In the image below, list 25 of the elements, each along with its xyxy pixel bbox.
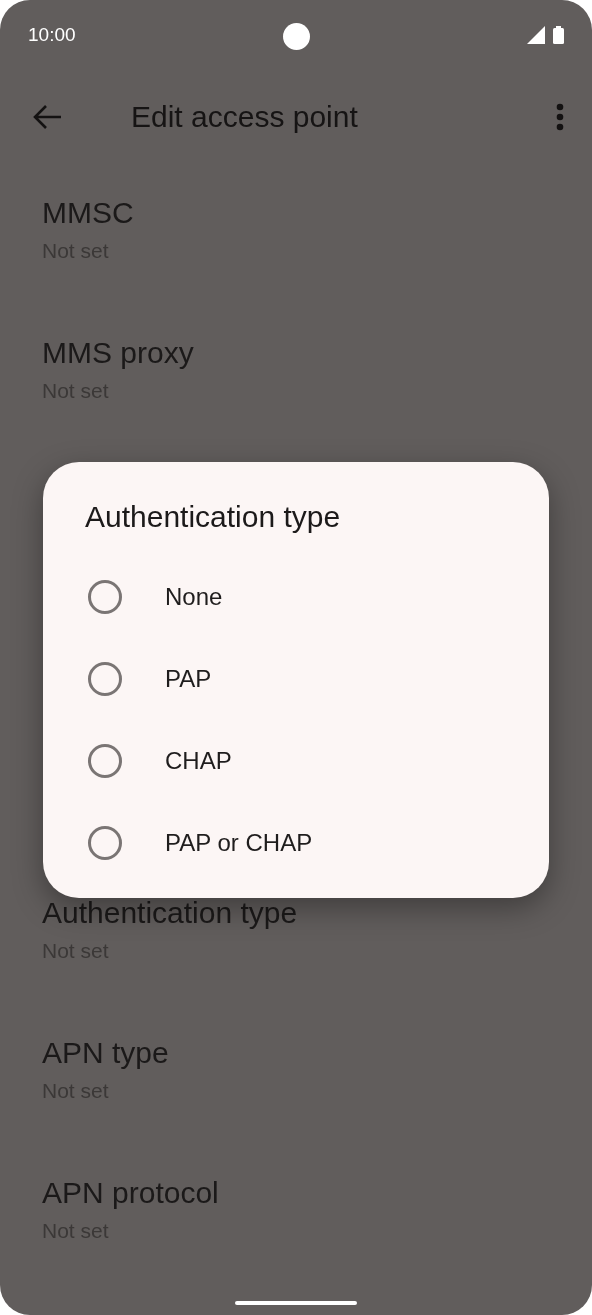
radio-button[interactable] bbox=[87, 579, 123, 615]
setting-title: APN type bbox=[42, 1035, 170, 1071]
option-label: CHAP bbox=[165, 746, 232, 776]
radio-option[interactable]: PAP or CHAP bbox=[43, 802, 549, 884]
setting-title: APN protocol bbox=[42, 1175, 220, 1211]
radio-button[interactable] bbox=[87, 825, 123, 861]
option-label: PAP or CHAP bbox=[165, 828, 313, 858]
battery-icon bbox=[553, 26, 564, 44]
app-bar-title: Edit access point bbox=[131, 99, 358, 135]
more-options-icon bbox=[556, 102, 564, 131]
dialog-title: Authentication type bbox=[84, 499, 342, 535]
setting-title: Authentication type bbox=[42, 895, 299, 931]
setting-title: MMS proxy bbox=[42, 335, 195, 371]
radio-option[interactable]: PAP bbox=[43, 638, 549, 720]
option-label: PAP bbox=[165, 664, 212, 694]
radio-button[interactable] bbox=[87, 661, 123, 697]
camera-cutout bbox=[283, 23, 310, 50]
signal-icon bbox=[527, 26, 545, 44]
setting-title: MMSC bbox=[42, 195, 135, 231]
option-label: None bbox=[165, 582, 223, 612]
radio-option[interactable]: CHAP bbox=[43, 720, 549, 802]
radio-button[interactable] bbox=[87, 743, 123, 779]
radio-option[interactable]: None bbox=[43, 556, 549, 638]
back-arrow-icon bbox=[33, 103, 63, 130]
status-time: 10:00 bbox=[28, 22, 76, 47]
